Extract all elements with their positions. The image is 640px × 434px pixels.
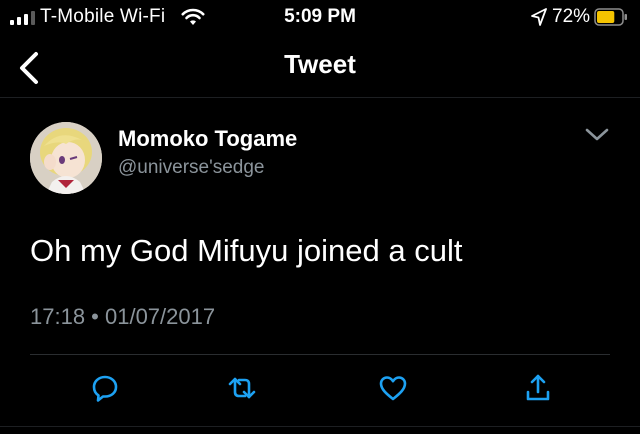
avatar[interactable] (30, 122, 102, 194)
heart-icon[interactable] (377, 372, 409, 404)
page-title: Tweet (284, 49, 356, 79)
actions-divider (0, 426, 640, 427)
chevron-down-icon[interactable] (582, 124, 612, 146)
tweet-divider (30, 354, 610, 355)
reply-icon[interactable] (89, 372, 121, 404)
location-arrow-icon (531, 8, 547, 26)
header-divider (0, 97, 640, 98)
author-handle[interactable]: @universe'sedge (118, 157, 265, 179)
status-bar: T-Mobile Wi-Fi 5:09 PM 72% (0, 0, 640, 36)
author-display-name[interactable]: Momoko Togame (118, 126, 297, 152)
share-icon[interactable] (522, 372, 554, 404)
avatar-image (30, 122, 102, 194)
battery-icon (594, 8, 627, 26)
battery-percentage: 72% (552, 6, 591, 27)
retweet-icon[interactable] (226, 372, 258, 404)
navigation-bar: Tweet (0, 40, 640, 96)
tweet-text: Oh my God Mifuyu joined a cult (30, 233, 463, 268)
tweet-timestamp: 17:18 • 01/07/2017 (30, 304, 216, 329)
